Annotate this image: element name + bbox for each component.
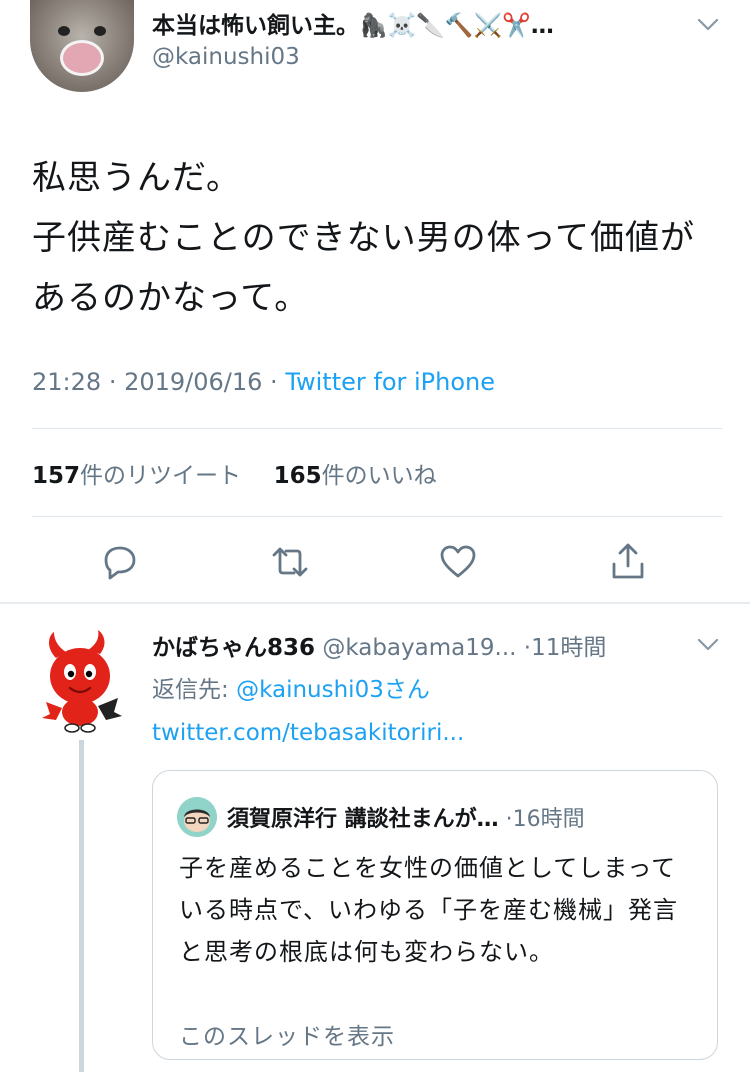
quoted-author-avatar xyxy=(177,797,217,837)
reply-icon xyxy=(104,546,136,580)
quoted-author-name: 須賀原洋行 講談社まんが… xyxy=(227,807,499,832)
reply-author-name[interactable]: かばちゃん836 xyxy=(152,635,315,661)
quoted-tweet-card[interactable]: 須賀原洋行 講談社まんが… ·16時間 子を産めることを女性の価値としてしまって… xyxy=(152,770,718,1060)
reply-time: 11時間 xyxy=(531,635,607,661)
like-count: 165 xyxy=(273,463,322,489)
tweet-time: 21:28 xyxy=(32,368,102,396)
retweet-label: 件のリツイート xyxy=(80,463,242,489)
share-button[interactable] xyxy=(606,540,650,584)
reply-to-label: 返信先: xyxy=(152,677,237,703)
reply-to-line: 返信先: @kainushi03さん xyxy=(152,670,430,704)
meta-separator: · xyxy=(108,368,125,396)
reply-to-mention-link[interactable]: @kainushi03さん xyxy=(236,677,430,703)
tweet-source-link[interactable]: Twitter for iPhone xyxy=(285,368,495,396)
section-divider xyxy=(0,602,750,604)
tweet-date: 2019/06/16 xyxy=(124,368,263,396)
divider xyxy=(32,428,722,429)
likes-stat[interactable]: 165件のいいね xyxy=(274,463,437,489)
chevron-down-icon[interactable] xyxy=(696,16,720,34)
chevron-down-icon[interactable] xyxy=(696,636,720,654)
avatar-eye xyxy=(94,26,106,36)
avatar-mouth xyxy=(60,40,104,76)
author-handle[interactable]: @kainushi03 xyxy=(152,44,300,70)
reply-button[interactable] xyxy=(98,540,142,584)
like-label: 件のいいね xyxy=(321,463,437,489)
share-icon xyxy=(612,543,644,579)
show-thread-link[interactable]: このスレッドを表示 xyxy=(179,1017,395,1051)
retweet-count: 157 xyxy=(32,463,81,489)
quoted-tweet-header: 須賀原洋行 講談社まんが… ·16時間 xyxy=(227,801,585,833)
avatar-eye xyxy=(58,26,70,36)
reply-author-avatar[interactable] xyxy=(38,628,126,736)
quote-separator: · xyxy=(505,807,513,832)
tweet-stats: 157件のリツイート 165件のいいね xyxy=(32,456,437,490)
tweet-text: 私思うんだ。 子供産むことのできない男の体って価値があるのかなって。 xyxy=(32,158,695,318)
author-display-name[interactable]: 本当は怖い飼い主。🦍☠️🔪🔨⚔️✂️… xyxy=(152,6,554,40)
retweet-icon xyxy=(272,547,308,577)
quoted-tweet-text: 子を産めることを女性の価値としてしまっている時点で、いわゆる「子を産む機械」発言… xyxy=(179,854,679,966)
tweet-meta: 21:28 · 2019/06/16 · Twitter for iPhone xyxy=(32,368,495,396)
author-avatar[interactable] xyxy=(30,0,134,92)
meta-separator: · xyxy=(270,368,286,396)
thread-connector-line xyxy=(79,740,84,1072)
reply-header: かばちゃん836 @kabayama19... ·11時間 xyxy=(152,628,606,662)
retweets-stat[interactable]: 157件のリツイート xyxy=(32,463,241,489)
quoted-tweet-time: 16時間 xyxy=(512,807,585,832)
retweet-button[interactable] xyxy=(268,540,312,584)
like-icon xyxy=(440,545,476,578)
like-button[interactable] xyxy=(436,540,480,584)
reply-separator: · xyxy=(523,635,532,661)
reply-url-link[interactable]: twitter.com/tebasakitoriri... xyxy=(152,720,464,746)
divider xyxy=(32,516,722,517)
reply-author-handle[interactable]: @kabayama19... xyxy=(322,635,516,661)
